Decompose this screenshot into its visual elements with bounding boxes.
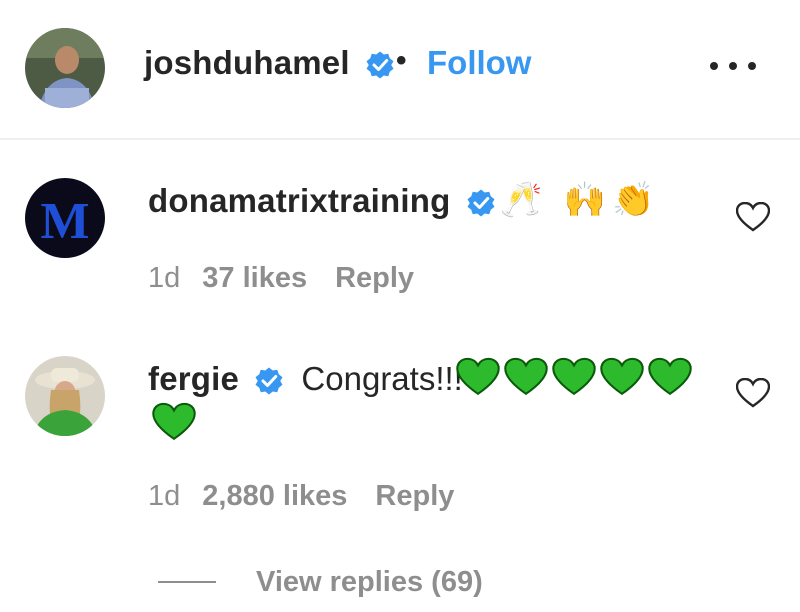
comment-emoji: 🥂 🙌👏 [500,181,661,219]
view-replies-button[interactable]: View replies (69) [158,564,483,600]
separator-dot: • [396,44,407,77]
green-heart-icon [600,357,644,396]
comment-meta: 1d 2,880 likes Reply [148,480,454,513]
reply-button[interactable]: Reply [375,480,454,512]
comment-username[interactable]: fergie [148,360,239,397]
comment-username[interactable]: donamatrixtraining [148,182,450,219]
green-heart-icon [648,357,692,396]
comment-time[interactable]: 1d [148,480,180,512]
avatar[interactable] [25,356,105,436]
avatar[interactable]: M [25,178,105,258]
comment-likes[interactable]: 37 likes [202,262,307,294]
follow-button[interactable]: Follow [427,44,531,82]
comment-meta: 1d 37 likes Reply [148,262,414,295]
green-heart-icon [504,357,548,396]
header-username[interactable]: joshduhamel [144,44,395,82]
like-heart-icon[interactable] [736,202,770,232]
more-options-icon[interactable] [710,58,756,74]
comment-likes[interactable]: 2,880 likes [202,480,347,512]
green-hearts-row [456,357,692,397]
green-heart-icon [456,357,500,396]
view-replies-label[interactable]: View replies (69) [256,566,483,599]
verified-badge-icon [366,51,394,79]
post-header: joshduhamel • Follow [0,0,800,140]
verified-badge-icon [255,367,283,395]
verified-badge-icon [467,189,495,217]
reply-button[interactable]: Reply [335,262,414,294]
comment-line: fergie Congrats!!! [148,360,463,398]
svg-text:M: M [40,193,89,250]
comment-line: donamatrixtraining [148,182,496,220]
green-hearts-row [152,402,196,442]
green-heart-icon [152,402,196,441]
like-heart-icon[interactable] [736,378,770,408]
replies-divider [158,581,216,583]
comment-text: Congrats!!! [301,360,463,397]
comment-time[interactable]: 1d [148,262,180,294]
green-heart-icon [552,357,596,396]
avatar[interactable] [25,28,105,108]
